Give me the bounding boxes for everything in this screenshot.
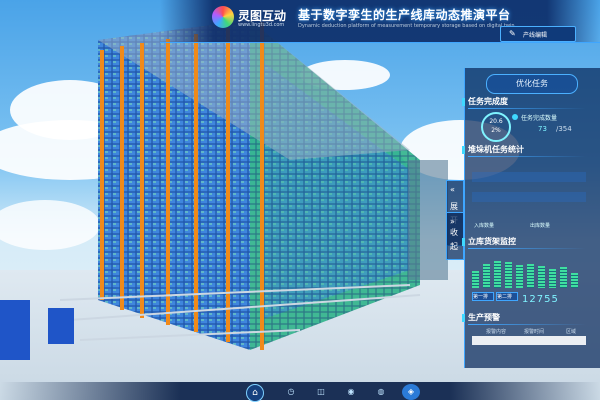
collapse-arrow-icon: » — [450, 217, 455, 226]
shelf-level-bars — [470, 258, 588, 288]
completion-percent: 20.6 — [489, 118, 503, 125]
row-two-button[interactable]: 第二排 — [496, 292, 518, 301]
panel-title: 优化任务 — [486, 74, 578, 94]
robot-icon[interactable]: ◉ — [342, 384, 360, 400]
section-divider — [468, 248, 586, 249]
bottom-nav-bar — [0, 382, 600, 400]
expand-tab-label: 展 — [450, 202, 458, 211]
shelf-level-bar — [560, 267, 567, 288]
collapse-tab-label: 起 — [450, 242, 458, 251]
completion-done: 73 — [538, 125, 547, 133]
warning-col-content: 报警内容 — [486, 329, 507, 335]
warning-section-title: 生产预警 — [462, 313, 500, 322]
line-edit-button[interactable]: ✎ 产线编辑 — [500, 26, 576, 42]
brand-url: www.lingtu3d.com — [238, 22, 285, 28]
chart-icon[interactable]: ◈ — [402, 384, 420, 400]
status-dot — [512, 114, 518, 120]
shelf-level-bar — [505, 262, 512, 288]
stacker-in-label: 入库数量 — [474, 223, 495, 229]
completion-total: /354 — [556, 125, 572, 133]
home-icon[interactable]: ⌂ — [246, 384, 264, 402]
stacker-section-title: 堆垛机任务统计 — [462, 145, 524, 154]
completion-ring: 20.6 2% — [481, 112, 511, 142]
shelf-level-bar — [538, 266, 545, 288]
conveyor-icon[interactable]: ◍ — [372, 384, 390, 400]
brand-logo: 灵图互动 www.lingtu3d.com — [212, 6, 292, 36]
factory-icon[interactable]: ◷ — [282, 384, 300, 400]
shelf-level-bar — [549, 269, 556, 288]
logo-icon — [212, 6, 234, 28]
warning-row[interactable] — [472, 336, 586, 345]
shelf-level-bar — [527, 264, 534, 288]
collapse-tab[interactable]: » 收 起 — [446, 212, 464, 260]
shelf-level-bar — [516, 265, 523, 288]
row-one-button[interactable]: 第一排 — [472, 292, 494, 301]
shelf-level-bar — [494, 261, 501, 288]
page-title: 基于数字孪生的生产线库动态推演平台 — [298, 8, 511, 22]
page-subtitle: Dynamic deduction platform of measuremen… — [298, 23, 515, 29]
section-divider — [468, 108, 586, 109]
section-divider — [468, 324, 586, 325]
shelf-level-bar — [571, 273, 578, 288]
section-divider — [468, 156, 586, 157]
shelf-section-title: 立库货架监控 — [462, 237, 516, 246]
expand-arrow-icon: « — [450, 185, 455, 194]
shelf-level-bar — [472, 271, 479, 288]
stacker-out-label: 出库数量 — [530, 223, 551, 229]
shelf-level-bar — [483, 264, 490, 288]
completion-section-title: 任务完成度 — [462, 97, 508, 106]
collapse-tab-label: 收 — [450, 228, 458, 237]
warehouse-icon[interactable]: ◫ — [312, 384, 330, 400]
warning-col-area: 区域 — [566, 329, 577, 335]
shelf-count: 12755 — [522, 294, 559, 305]
warning-col-time: 报警时间 — [524, 329, 545, 335]
line-edit-label: 产线编辑 — [523, 32, 548, 39]
stacker-row — [472, 192, 586, 202]
completion-percent-unit: 2% — [491, 127, 501, 134]
stacker-row — [472, 172, 586, 182]
edit-icon: ✎ — [509, 29, 516, 38]
completion-count-label: 任务完成数量 — [521, 115, 558, 122]
